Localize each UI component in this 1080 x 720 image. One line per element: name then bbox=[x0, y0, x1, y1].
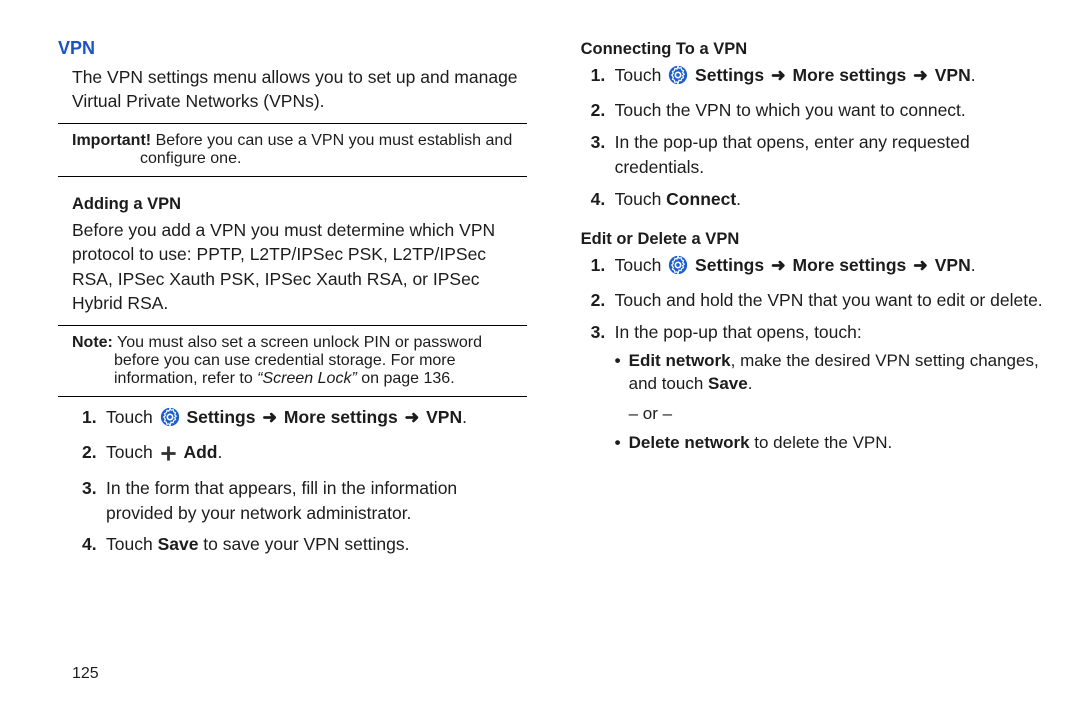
settings-gear-icon bbox=[668, 255, 688, 282]
important-text-line1: Before you can use a VPN you must establ… bbox=[156, 132, 513, 149]
settings-label: Settings bbox=[695, 65, 764, 85]
adding-vpn-steps: Touch Settings ➜ More settings ➜ VPN. To… bbox=[72, 405, 527, 558]
or-separator: – or – bbox=[615, 402, 1052, 425]
divider bbox=[58, 123, 527, 124]
connect-step-3: In the pop-up that opens, enter any requ… bbox=[581, 130, 1052, 181]
important-text-line2: configure one. bbox=[140, 150, 527, 168]
more-settings-label: More settings bbox=[284, 407, 398, 427]
connecting-steps: Touch Settings ➜ More settings ➜ VPN. To… bbox=[581, 63, 1052, 212]
note-line3-prefix: information, refer to bbox=[114, 370, 257, 387]
right-column: Connecting To a VPN Touch Settings ➜ Mor… bbox=[567, 38, 1052, 564]
page-number: 125 bbox=[72, 665, 99, 683]
adding-vpn-intro: Before you add a VPN you must determine … bbox=[72, 218, 527, 315]
add-step-4: Touch Save to save your VPN settings. bbox=[72, 532, 527, 557]
arrow-icon: ➜ bbox=[911, 65, 930, 85]
connect-label: Connect bbox=[666, 189, 736, 209]
note-line2: before you can use credential storage. F… bbox=[114, 352, 527, 370]
left-column: VPN The VPN settings menu allows you to … bbox=[58, 38, 527, 564]
note-callout: Note: You must also set a screen unlock … bbox=[72, 334, 527, 388]
arrow-icon: ➜ bbox=[403, 407, 422, 427]
touch-word: Touch bbox=[106, 442, 158, 462]
add-step-3: In the form that appears, fill in the in… bbox=[72, 476, 527, 527]
adding-vpn-heading: Adding a VPN bbox=[72, 195, 527, 214]
divider bbox=[58, 176, 527, 177]
add-step-2: Touch Add. bbox=[72, 440, 527, 469]
vpn-label: VPN bbox=[935, 255, 971, 275]
divider bbox=[58, 325, 527, 326]
connecting-heading: Connecting To a VPN bbox=[581, 40, 1052, 59]
edit-delete-heading: Edit or Delete a VPN bbox=[581, 230, 1052, 249]
save-label: Save bbox=[708, 374, 748, 393]
note-line1: You must also set a screen unlock PIN or… bbox=[117, 334, 482, 351]
plus-icon bbox=[160, 444, 177, 469]
edit-step-3: In the pop-up that opens, touch: Edit ne… bbox=[581, 320, 1052, 455]
settings-label: Settings bbox=[186, 407, 255, 427]
important-callout: Important! Before you can use a VPN you … bbox=[72, 132, 527, 168]
edit-network-bullet: Edit network, make the desired VPN setti… bbox=[615, 349, 1052, 396]
delete-network-label: Delete network bbox=[629, 433, 750, 452]
vpn-label: VPN bbox=[426, 407, 462, 427]
note-label: Note: bbox=[72, 334, 113, 351]
connect-step-2: Touch the VPN to which you want to conne… bbox=[581, 98, 1052, 123]
touch-word: Touch bbox=[615, 255, 667, 275]
more-settings-label: More settings bbox=[793, 255, 907, 275]
edit-delete-steps: Touch Settings ➜ More settings ➜ VPN. To… bbox=[581, 253, 1052, 455]
settings-gear-icon bbox=[160, 407, 180, 434]
more-settings-label: More settings bbox=[793, 65, 907, 85]
save-label: Save bbox=[158, 534, 199, 554]
arrow-icon: ➜ bbox=[260, 407, 279, 427]
touch-word: Touch bbox=[615, 189, 667, 209]
touch-word: Touch bbox=[106, 534, 158, 554]
edit-step-3-text: In the pop-up that opens, touch: bbox=[615, 322, 862, 342]
add-step-1: Touch Settings ➜ More settings ➜ VPN. bbox=[72, 405, 527, 434]
connect-step-1: Touch Settings ➜ More settings ➜ VPN. bbox=[581, 63, 1052, 92]
touch-word: Touch bbox=[106, 407, 158, 427]
delete-network-bullet: Delete network to delete the VPN. bbox=[615, 431, 1052, 454]
arrow-icon: ➜ bbox=[769, 255, 788, 275]
screen-lock-ref: “Screen Lock” bbox=[257, 370, 357, 387]
add-label: Add bbox=[183, 442, 217, 462]
step4-suffix: to save your VPN settings. bbox=[198, 534, 409, 554]
connect-step-4: Touch Connect. bbox=[581, 187, 1052, 212]
delete-network-suffix: to delete the VPN. bbox=[750, 433, 893, 452]
divider bbox=[58, 396, 527, 397]
edit-options-list: Edit network, make the desired VPN setti… bbox=[615, 349, 1052, 455]
settings-gear-icon bbox=[668, 65, 688, 92]
edit-step-2: Touch and hold the VPN that you want to … bbox=[581, 288, 1052, 313]
document-page: VPN The VPN settings menu allows you to … bbox=[0, 0, 1080, 584]
settings-label: Settings bbox=[695, 255, 764, 275]
arrow-icon: ➜ bbox=[769, 65, 788, 85]
arrow-icon: ➜ bbox=[911, 255, 930, 275]
touch-word: Touch bbox=[615, 65, 667, 85]
edit-network-label: Edit network bbox=[629, 351, 731, 370]
vpn-intro-text: The VPN settings menu allows you to set … bbox=[72, 65, 527, 113]
note-line3-suffix: on page 136. bbox=[357, 370, 455, 387]
edit-step-1: Touch Settings ➜ More settings ➜ VPN. bbox=[581, 253, 1052, 282]
vpn-label: VPN bbox=[935, 65, 971, 85]
important-label: Important! bbox=[72, 132, 151, 149]
section-title-vpn: VPN bbox=[58, 38, 527, 59]
note-line3: information, refer to “Screen Lock” on p… bbox=[114, 370, 527, 388]
